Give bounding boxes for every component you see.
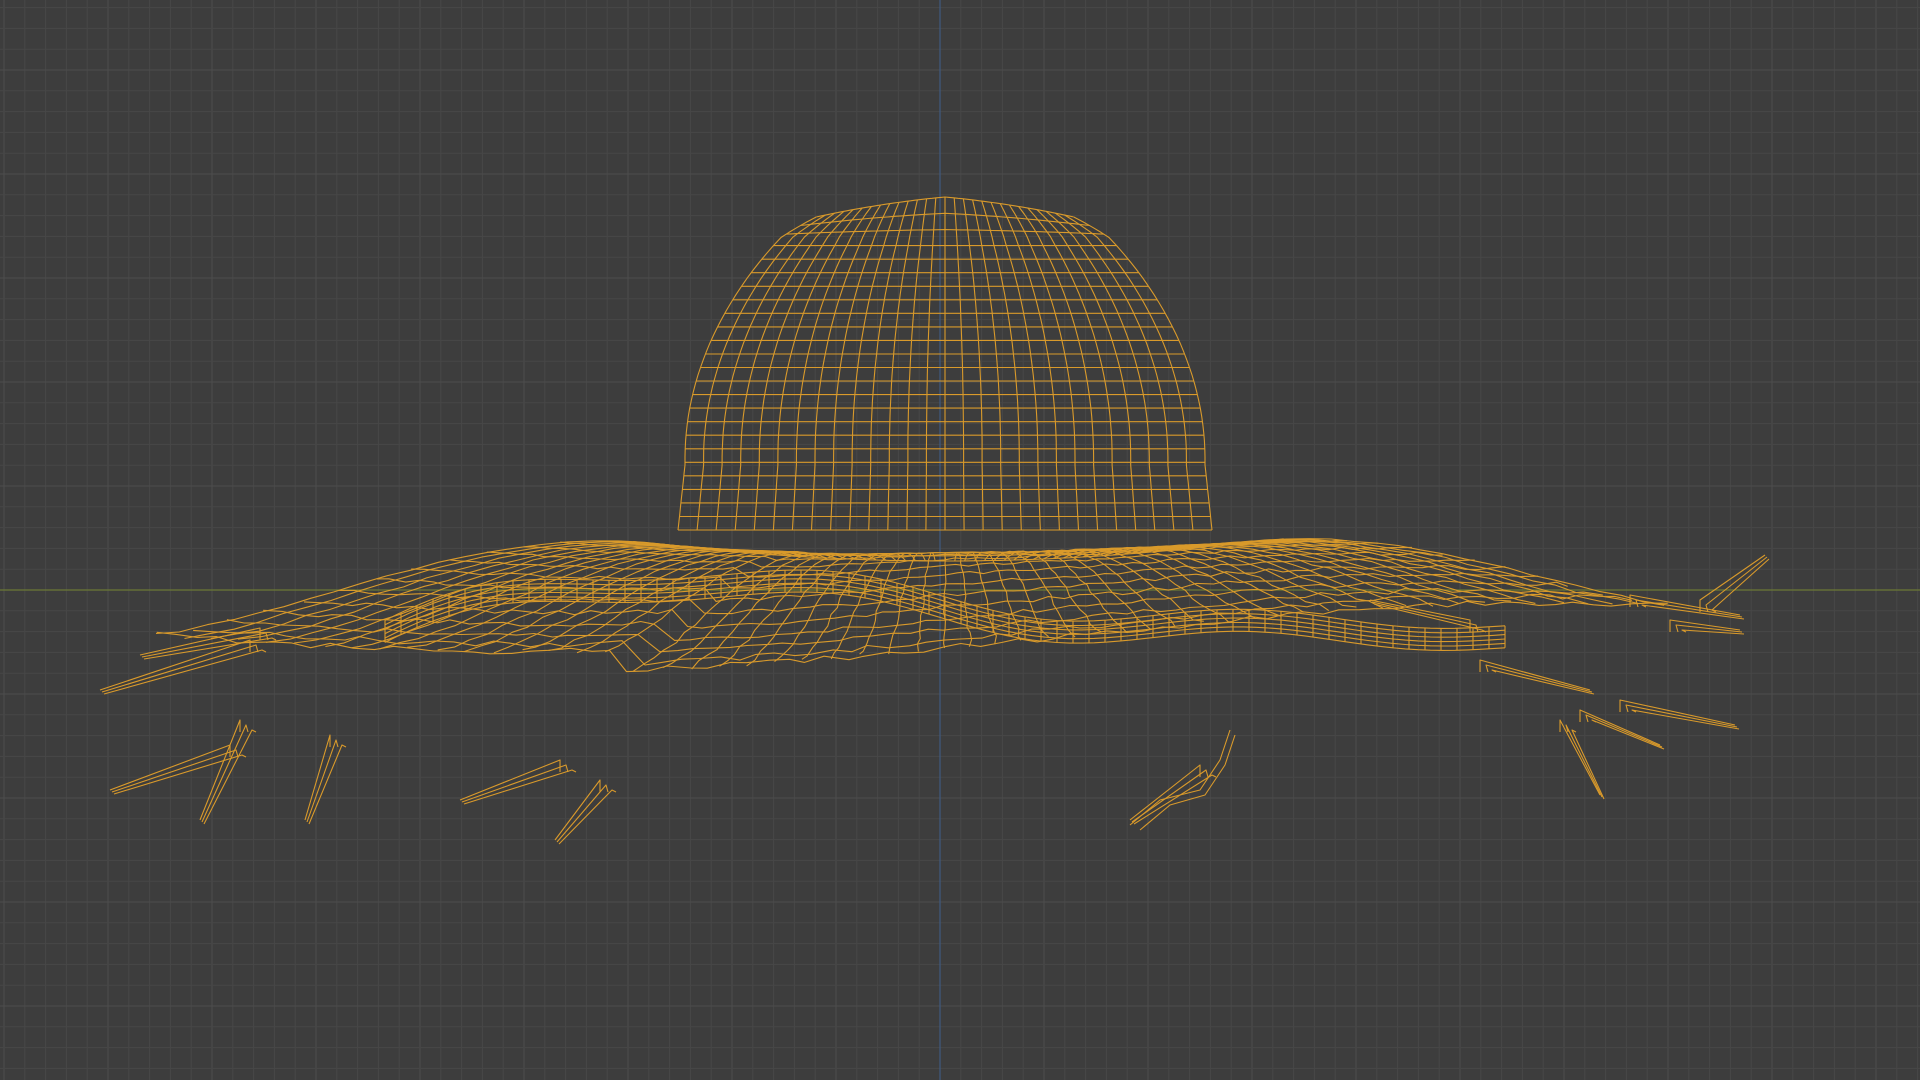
straw-spike bbox=[461, 764, 569, 803]
crown-meridian bbox=[999, 203, 1060, 531]
crown-meridian bbox=[753, 209, 854, 531]
straw-spike bbox=[199, 719, 241, 821]
straw-spike bbox=[113, 754, 247, 795]
straw-spike bbox=[1571, 729, 1605, 800]
crown-meridian bbox=[1027, 207, 1118, 531]
crown-meridian bbox=[962, 198, 984, 531]
brim-spoke bbox=[237, 543, 700, 640]
crown-meridian bbox=[906, 198, 928, 531]
straw-spike bbox=[1641, 604, 1745, 620]
crown-meridian bbox=[715, 212, 835, 531]
viewport-canvas[interactable] bbox=[0, 0, 1920, 1080]
brim-spoke bbox=[1082, 546, 1305, 613]
straw-spike bbox=[1631, 709, 1740, 730]
straw-spike bbox=[554, 779, 601, 841]
straw-spike bbox=[306, 739, 339, 823]
straw-spike bbox=[1591, 719, 1665, 750]
hat-wireframe-mesh[interactable] bbox=[99, 196, 1770, 845]
brim-spoke bbox=[210, 542, 690, 640]
straw-spike bbox=[1705, 556, 1768, 613]
crown-meridian bbox=[953, 197, 965, 531]
straw-spike bbox=[143, 637, 277, 660]
straw-spike bbox=[1619, 699, 1736, 726]
straw-spike bbox=[1585, 714, 1663, 748]
straw-spike bbox=[463, 769, 577, 805]
straw-spike bbox=[1625, 704, 1738, 728]
crown-meridian bbox=[1036, 209, 1137, 531]
crown-meridian bbox=[972, 199, 1003, 531]
crown-meridian bbox=[696, 214, 826, 531]
brim-spoke bbox=[954, 551, 973, 647]
straw-spike bbox=[1629, 594, 1741, 616]
crown-meridian bbox=[925, 197, 937, 531]
crown-meridian bbox=[1055, 212, 1175, 531]
straw-spike bbox=[1479, 659, 1591, 691]
crown-meridian bbox=[772, 207, 863, 531]
floor-grid bbox=[0, 0, 1920, 1080]
straw-spike bbox=[1559, 719, 1601, 796]
3d-viewport[interactable] bbox=[0, 0, 1920, 1080]
straw-spike bbox=[201, 724, 249, 823]
brim-spoke bbox=[1121, 544, 1407, 607]
crown-meridian bbox=[887, 199, 918, 531]
crown-meridian bbox=[830, 203, 891, 531]
straw-spike bbox=[556, 784, 609, 843]
straw-spike bbox=[1133, 774, 1217, 825]
crown-meridian bbox=[1064, 214, 1194, 531]
